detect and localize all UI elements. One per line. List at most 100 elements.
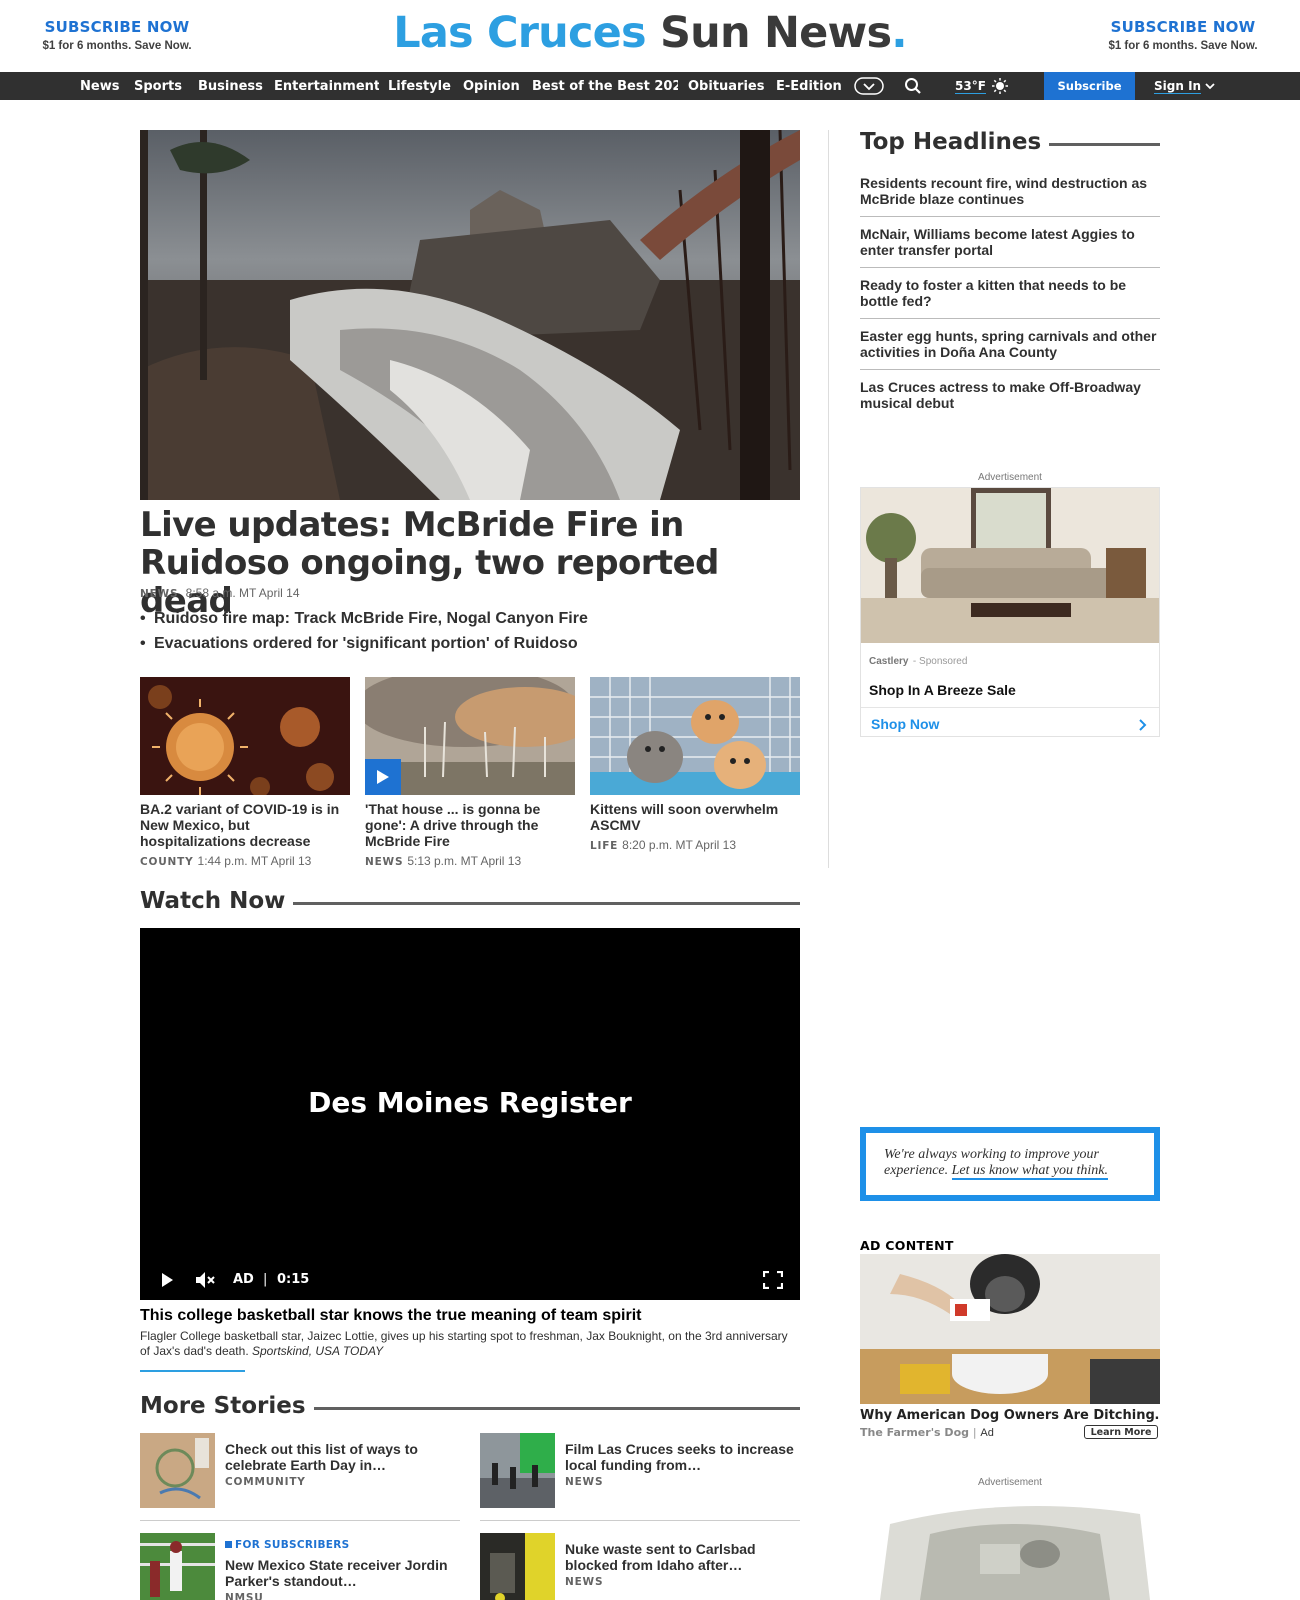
feedback-link[interactable]: Let us know what you think. xyxy=(951,1163,1108,1180)
related-link-text[interactable]: Ruidoso fire map: Track McBride Fire, No… xyxy=(154,610,588,627)
subscribe-promo-right[interactable]: SUBSCRIBE NOW $1 for 6 months. Save Now. xyxy=(1063,18,1300,52)
subscribe-button[interactable]: Subscribe xyxy=(1044,72,1135,100)
story-thumbnail[interactable] xyxy=(140,1433,215,1508)
video-description: Flagler College basketball star, Jaizec … xyxy=(140,1329,800,1359)
ad-image[interactable] xyxy=(860,1494,1160,1600)
story-card[interactable]: 'That house ... is gonna be gone': A dri… xyxy=(365,677,575,868)
promo-subtitle[interactable]: $1 for 6 months. Save Now. xyxy=(1063,40,1300,52)
logo-part-2[interactable]: Sun News xyxy=(660,8,892,58)
divider xyxy=(480,1520,800,1521)
video-player[interactable]: Des Moines Register AD | 0:15 xyxy=(140,928,800,1300)
headline-link[interactable]: Easter egg hunts, spring carnivals and o… xyxy=(860,328,1160,360)
story-label[interactable]: COUNTY xyxy=(140,856,194,868)
feedback-box: We're always working to improve your exp… xyxy=(860,1127,1160,1201)
hero-timestamp: 8:58 a.m. MT April 14 xyxy=(185,586,300,600)
ad-cta-label[interactable]: Shop Now xyxy=(871,716,939,732)
story-title[interactable]: Check out this list of ways to celebrate… xyxy=(225,1441,460,1473)
ad-image[interactable] xyxy=(860,1254,1160,1404)
list-item[interactable]: Check out this list of ways to celebrate… xyxy=(140,1433,460,1509)
list-item[interactable]: Nuke waste sent to Carlsbad blocked from… xyxy=(480,1533,800,1600)
mute-icon[interactable] xyxy=(195,1271,217,1293)
ad-image[interactable] xyxy=(861,488,1159,643)
section-rule xyxy=(313,1406,800,1410)
story-title[interactable]: Film Las Cruces seeks to increase local … xyxy=(565,1441,800,1473)
weather-temp[interactable]: 53°F xyxy=(955,79,986,94)
chevron-down-icon[interactable] xyxy=(854,76,884,96)
related-link[interactable]: • Ruidoso fire map: Track McBride Fire, N… xyxy=(140,610,800,628)
ad-separator: | xyxy=(263,1272,268,1287)
story-label[interactable]: NEWS xyxy=(365,856,403,868)
headline-link[interactable]: McNair, Williams become latest Aggies to… xyxy=(860,226,1160,258)
video-title[interactable]: This college basketball star knows the t… xyxy=(140,1307,800,1325)
story-thumbnail[interactable] xyxy=(140,1533,215,1600)
story-thumbnail[interactable] xyxy=(140,677,350,795)
story-card[interactable]: BA.2 variant of COVID-19 is in New Mexic… xyxy=(140,677,350,868)
advertisement-label: Advertisement xyxy=(978,472,1042,483)
subscriber-badge: FOR SUBSCRIBERS xyxy=(225,1539,350,1551)
more-stories-heading: More Stories xyxy=(140,1393,800,1419)
story-card[interactable]: Kittens will soon overwhelm ASCMV LIFE 8:… xyxy=(590,677,800,852)
nav-item-business[interactable]: Business xyxy=(198,79,263,94)
ad-title[interactable]: Shop In A Breeze Sale xyxy=(861,669,1159,698)
story-title[interactable]: BA.2 variant of COVID-19 is in New Mexic… xyxy=(140,801,350,849)
story-title[interactable]: 'That house ... is gonna be gone': A dri… xyxy=(365,801,575,849)
search-icon[interactable] xyxy=(903,76,923,96)
headline-link[interactable]: Ready to foster a kitten that needs to b… xyxy=(860,277,1160,309)
story-thumbnail[interactable] xyxy=(590,677,800,795)
story-label[interactable]: LIFE xyxy=(590,840,618,852)
story-thumbnail[interactable] xyxy=(480,1433,555,1508)
story-meta: LIFE 8:20 p.m. MT April 13 xyxy=(590,838,800,852)
nav-item-entertainment[interactable]: Entertainment xyxy=(274,79,379,94)
story-thumbnail[interactable] xyxy=(480,1533,555,1600)
story-label[interactable]: NMSU xyxy=(225,1592,264,1600)
related-link-text[interactable]: Evacuations ordered for 'significant por… xyxy=(154,635,578,652)
subscriber-square-icon xyxy=(225,1541,232,1548)
play-icon[interactable] xyxy=(365,759,401,795)
play-icon[interactable] xyxy=(160,1272,174,1292)
learn-more-button[interactable]: Learn More xyxy=(1084,1425,1158,1439)
story-title[interactable]: New Mexico State receiver Jordin Parker'… xyxy=(225,1557,460,1589)
watch-now-heading: Watch Now xyxy=(140,888,800,914)
story-thumbnail[interactable] xyxy=(365,677,575,795)
section-rule xyxy=(1049,142,1160,146)
hero-headline[interactable]: Live updates: McBride Fire in Ruidoso on… xyxy=(140,506,805,620)
nav-item-best-of[interactable]: Best of the Best 2022 xyxy=(532,79,678,94)
headline-link[interactable]: Residents recount fire, wind destruction… xyxy=(860,175,1160,207)
ad-indicator: AD xyxy=(233,1272,254,1287)
story-meta: COUNTY 1:44 p.m. MT April 13 xyxy=(140,854,350,868)
promo-title[interactable]: SUBSCRIBE NOW xyxy=(1063,18,1300,36)
nav-item-sports[interactable]: Sports xyxy=(134,79,182,94)
ad-source[interactable]: Castlery xyxy=(869,656,908,667)
ad-meta: Castlery - Sponsored xyxy=(861,643,1159,669)
nav-item-opinion[interactable]: Opinion xyxy=(463,79,520,94)
story-label[interactable]: NEWS xyxy=(565,1576,603,1588)
nav-item-e-edition[interactable]: E-Edition xyxy=(776,79,842,94)
nav-item-obituaries[interactable]: Obituaries xyxy=(688,79,764,94)
sponsored-ad[interactable]: Castlery - Sponsored Shop In A Breeze Sa… xyxy=(860,487,1160,737)
logo-part-1[interactable]: Las Cruces xyxy=(393,8,646,58)
section-title: Top Headlines xyxy=(860,129,1042,155)
hero-image[interactable] xyxy=(140,130,800,500)
ad-content-label: AD CONTENT xyxy=(860,1238,954,1253)
story-title[interactable]: Nuke waste sent to Carlsbad blocked from… xyxy=(565,1541,800,1573)
hero-section-label[interactable]: NEWS xyxy=(140,588,178,600)
ad-cta[interactable]: Shop Now xyxy=(861,708,1159,734)
ad-source[interactable]: The Farmer's Dog xyxy=(860,1426,969,1439)
nav-item-lifestyle[interactable]: Lifestyle xyxy=(388,79,451,94)
story-title[interactable]: Kittens will soon overwhelm ASCMV xyxy=(590,801,800,833)
headline-link[interactable]: Las Cruces actress to make Off-Broadway … xyxy=(860,379,1160,411)
fullscreen-icon[interactable] xyxy=(762,1270,784,1293)
nav-item-news[interactable]: News xyxy=(80,79,119,94)
sun-icon[interactable] xyxy=(991,76,1009,96)
ad-title[interactable]: Why American Dog Owners Are Ditching… xyxy=(860,1408,1160,1423)
story-label[interactable]: NEWS xyxy=(565,1476,603,1488)
hero-meta: NEWS 8:58 a.m. MT April 14 xyxy=(140,586,300,600)
list-item[interactable]: Film Las Cruces seeks to increase local … xyxy=(480,1433,800,1509)
chevron-down-icon[interactable] xyxy=(1204,76,1216,96)
story-label[interactable]: COMMUNITY xyxy=(225,1476,306,1488)
related-link[interactable]: • Evacuations ordered for 'significant po… xyxy=(140,635,800,653)
sign-in-link[interactable]: Sign In xyxy=(1154,79,1202,94)
chevron-right-icon[interactable] xyxy=(1139,718,1147,736)
list-item[interactable]: FOR SUBSCRIBERS New Mexico State receive… xyxy=(140,1533,460,1600)
ad-countdown: 0:15 xyxy=(277,1272,310,1287)
